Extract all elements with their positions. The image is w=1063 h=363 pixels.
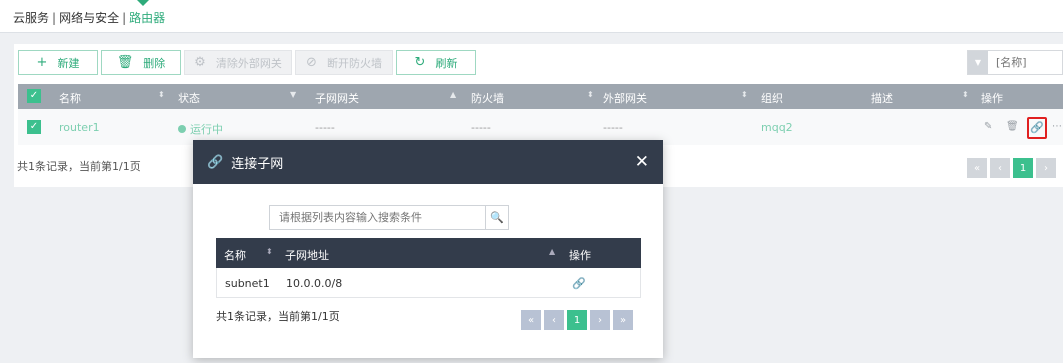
first-page-icon[interactable]: « — [967, 158, 987, 178]
dialog-search: 🔍 — [269, 205, 509, 230]
gear-icon: ⚙ — [194, 55, 206, 70]
dialog-table-header: 名称 ⬍ 子网地址 ▲ 操作 — [216, 238, 641, 268]
record-summary: 共1条记录，当前第1/1页 — [17, 160, 141, 173]
clear-gateway-button[interactable]: ⚙ 清除外部网关 — [184, 50, 292, 75]
column-status[interactable]: 状态 — [178, 90, 200, 106]
refresh-icon: ↻ — [414, 55, 426, 70]
new-button[interactable]: + 新建 — [18, 50, 98, 75]
connect-link-icon[interactable]: 🔗 — [572, 277, 586, 290]
breadcrumb-current: 路由器 — [129, 11, 166, 25]
firewall-cell: ----- — [471, 121, 491, 134]
delete-button[interactable]: 🗑 删除 — [101, 50, 181, 75]
sort-up-icon[interactable]: ▲ — [549, 247, 555, 256]
page-number[interactable]: 1 — [567, 310, 587, 330]
column-name[interactable]: 名称 — [59, 90, 81, 106]
disconnect-firewall-button[interactable]: ⊘ 断开防火墙 — [295, 50, 393, 75]
link-icon: 🔗 — [207, 154, 224, 170]
refresh-button[interactable]: ↻ 刷新 — [396, 50, 476, 75]
sort-icon[interactable]: ⬍ — [587, 90, 594, 99]
close-icon[interactable]: ✕ — [635, 152, 649, 172]
dialog-pagination: « ‹ 1 › » — [521, 310, 633, 330]
column-firewall[interactable]: 防火墙 — [471, 90, 504, 106]
sort-icon[interactable]: ⬍ — [158, 90, 165, 99]
table-row[interactable]: subnet1 10.0.0.0/8 🔗 — [216, 268, 641, 298]
status-badge: 运行中 — [178, 121, 223, 137]
subnet-name-cell: subnet1 — [225, 277, 270, 290]
breadcrumb-separator: | — [52, 11, 57, 25]
dialog-title: 连接子网 — [231, 156, 284, 172]
column-subnet-cidr[interactable]: 子网地址 — [285, 247, 329, 263]
column-description[interactable]: 描述 — [871, 90, 893, 106]
sort-icon[interactable]: ⬍ — [962, 90, 969, 99]
search-field-dropdown[interactable]: ▼ — [968, 51, 988, 74]
active-caret-icon — [137, 0, 149, 6]
prev-page-icon[interactable]: ‹ — [990, 158, 1010, 178]
page-number[interactable]: 1 — [1013, 158, 1033, 178]
pagination: « ‹ 1 › — [967, 158, 1056, 178]
next-page-icon[interactable]: › — [1036, 158, 1056, 178]
router-name-link[interactable]: router1 — [59, 121, 100, 134]
breadcrumb-network-security[interactable]: 网络与安全 — [59, 11, 119, 25]
dialog-header: 🔗 连接子网 ✕ — [193, 140, 663, 184]
status-dot-icon — [178, 125, 186, 133]
column-org[interactable]: 组织 — [761, 90, 783, 106]
external-gateway-cell: ----- — [603, 121, 623, 134]
plus-icon: + — [36, 55, 48, 70]
column-subnet-gateway[interactable]: 子网网关 — [315, 90, 359, 106]
filter-icon[interactable]: ▼ — [290, 90, 296, 99]
trash-icon[interactable]: 🗑 — [1006, 121, 1019, 132]
subnet-gateway-cell: ----- — [315, 121, 335, 134]
name-search: ▼ — [967, 50, 1063, 75]
row-checkbox[interactable]: ✓ — [27, 120, 41, 134]
sort-up-icon[interactable]: ▲ — [450, 90, 456, 99]
trash-icon: 🗑 — [116, 55, 134, 70]
edit-icon[interactable]: ✎ — [984, 121, 992, 132]
org-cell[interactable]: mqq2 — [761, 121, 793, 134]
column-external-gateway[interactable]: 外部网关 — [603, 90, 647, 106]
unlink-icon: ⊘ — [306, 55, 317, 70]
column-dialog-actions: 操作 — [569, 249, 591, 262]
subnet-cidr-cell: 10.0.0.0/8 — [286, 277, 343, 290]
breadcrumb-separator: | — [122, 11, 127, 25]
prev-page-icon[interactable]: ‹ — [544, 310, 564, 330]
breadcrumb: 云服务 | 网络与安全 | 路由器 — [0, 0, 1063, 33]
next-page-icon[interactable]: › — [590, 310, 610, 330]
sort-icon[interactable]: ⬍ — [266, 247, 273, 256]
dialog-search-input[interactable] — [270, 206, 485, 229]
sort-icon[interactable]: ⬍ — [741, 90, 748, 99]
first-page-icon[interactable]: « — [521, 310, 541, 330]
connect-subnet-link-icon[interactable]: 🔗 — [1027, 117, 1047, 139]
table-header: ✓ 名称 ⬍ 状态 ▼ 子网网关 ▲ 防火墙 ⬍ 外部网关 ⬍ 组织 描述 ⬍ … — [18, 84, 1063, 109]
column-actions: 操作 — [981, 92, 1003, 105]
more-icon[interactable]: ⋯ — [1052, 121, 1062, 132]
name-search-input[interactable] — [988, 51, 1062, 74]
column-subnet-name[interactable]: 名称 — [224, 247, 246, 263]
search-icon[interactable]: 🔍 — [485, 206, 508, 229]
select-all-checkbox[interactable]: ✓ — [27, 89, 41, 103]
last-page-icon[interactable]: » — [613, 310, 633, 330]
connect-subnet-dialog: 🔗 连接子网 ✕ 🔍 名称 ⬍ 子网地址 ▲ 操作 subnet1 10.0.0… — [193, 140, 663, 358]
dialog-record-summary: 共1条记录，当前第1/1页 — [216, 310, 340, 323]
breadcrumb-cloud-service[interactable]: 云服务 — [13, 11, 49, 25]
